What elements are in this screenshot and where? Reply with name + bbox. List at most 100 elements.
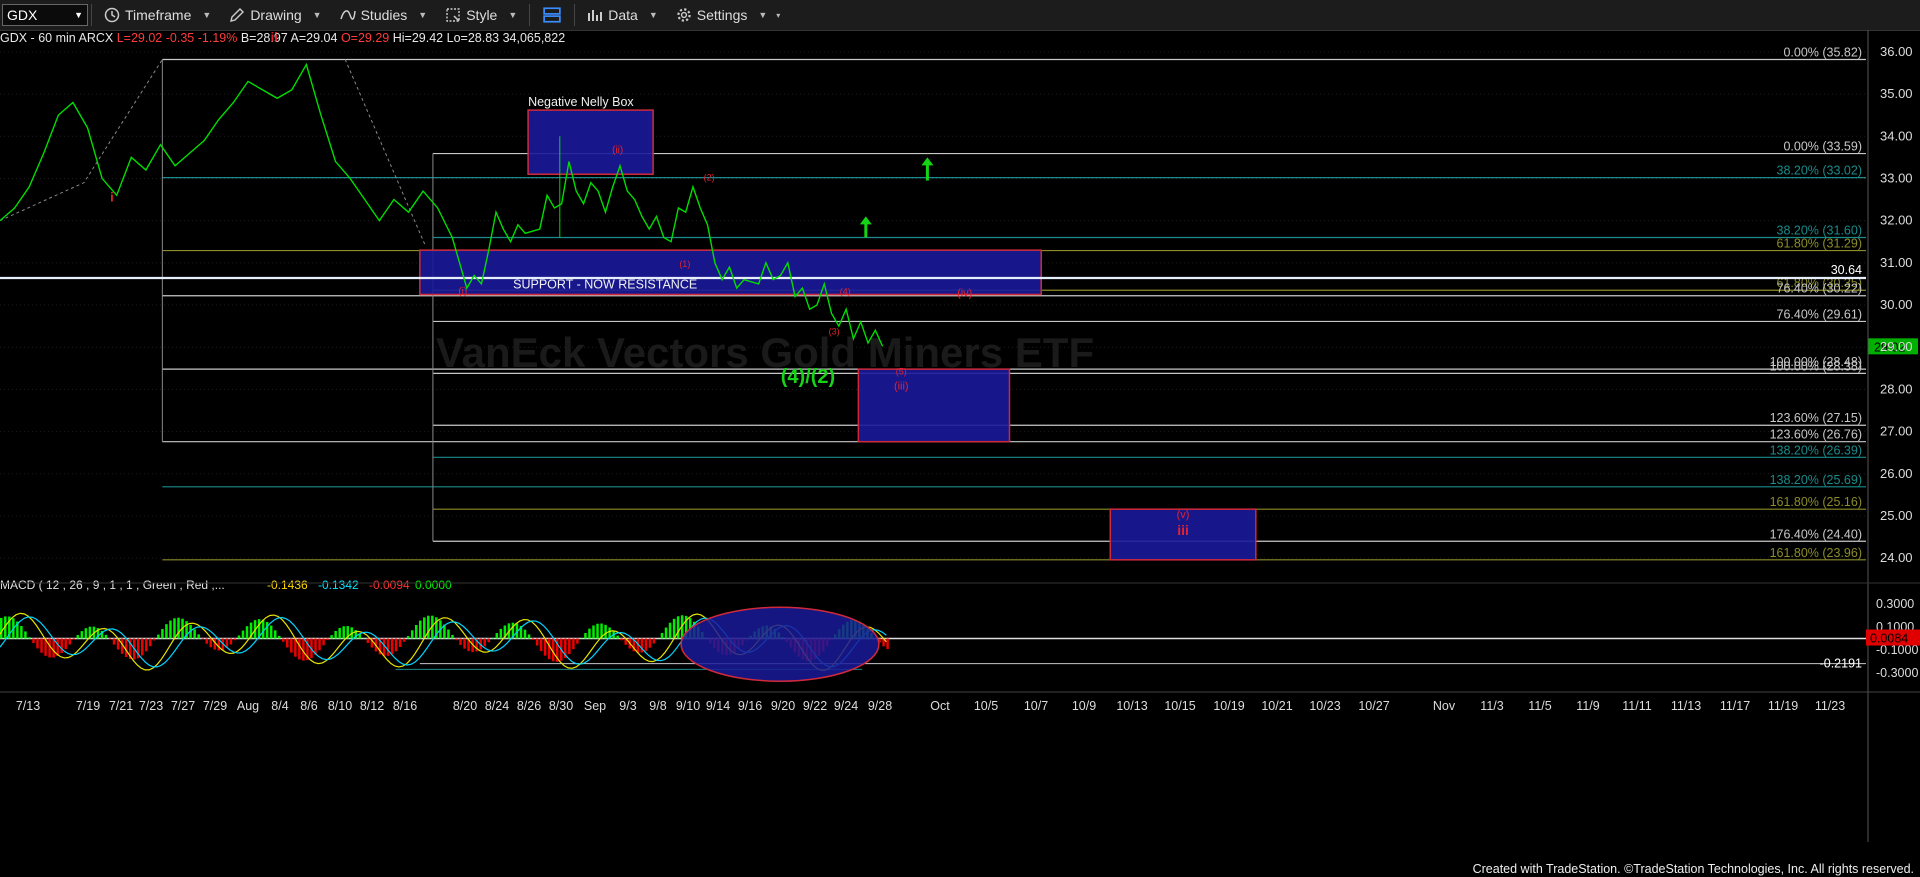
toolbar-divider	[529, 4, 531, 26]
macd-hist-bar	[398, 638, 402, 648]
fib-label: 123.60% (27.15)	[1770, 411, 1862, 425]
macd-hist-bar	[386, 638, 390, 656]
up-arrow-small-head	[859, 216, 872, 225]
macd-hist-bar	[676, 616, 680, 639]
macd-tick-label: -0.3000	[1876, 666, 1918, 680]
style-menu[interactable]: Style ▼	[436, 0, 526, 30]
wave-label: (ii)	[612, 145, 623, 156]
macd-hist-bar	[427, 615, 430, 639]
support-resistance-box-label: SUPPORT - NOW RESISTANCE	[513, 277, 697, 291]
macd-label: MACD ( 12 , 26 , 9 , 1 , 1 , Green , Red…	[0, 578, 225, 592]
macd-hist-bar	[402, 638, 406, 642]
time-tick-label: 8/6	[300, 699, 317, 713]
macd-hist-bar	[265, 621, 269, 639]
wave-label: (4)/(2)	[781, 366, 835, 388]
macd-hist-bar	[149, 638, 152, 647]
price-tick-label: 30.00	[1880, 297, 1913, 312]
time-tick-label: 11/9	[1576, 699, 1599, 713]
caret-down-icon: ▼	[312, 10, 322, 20]
caret-down-icon: ▼	[418, 10, 428, 20]
wave-label: (iv)	[957, 288, 972, 300]
macd-hist-bar	[338, 627, 341, 639]
fib-label: 0.00% (35.82)	[1783, 45, 1862, 59]
macd-hist-bar	[318, 638, 321, 651]
time-tick-label: Nov	[1433, 699, 1456, 713]
macd-hist-bar	[672, 618, 676, 639]
layout-button[interactable]	[533, 0, 571, 30]
time-tick-label: 7/19	[76, 699, 100, 713]
macd-tick-label: 0.3000	[1876, 597, 1914, 611]
time-tick-label: 7/27	[171, 699, 195, 713]
price-tick-label: 26.00	[1880, 466, 1913, 481]
macd-hist-bar	[28, 637, 31, 639]
time-tick-label: 9/22	[803, 699, 827, 713]
macd-hist-bar	[414, 624, 418, 639]
time-tick-label: 7/29	[203, 699, 227, 713]
time-tick-label: 8/24	[485, 699, 509, 713]
time-tick-label: 11/13	[1671, 699, 1701, 713]
macd-hist-bar	[64, 638, 67, 650]
wave-label: i	[110, 190, 114, 205]
fib-label: 100.00% (28.38)	[1770, 359, 1862, 373]
overflow-icon[interactable]: ▾	[776, 11, 780, 20]
time-tick-label: 7/23	[139, 699, 163, 713]
drawing-menu[interactable]: Drawing ▼	[220, 0, 330, 30]
arrows	[859, 157, 934, 238]
time-tick-label: 8/4	[271, 699, 288, 713]
macd-hist-bar	[588, 628, 591, 639]
trend-line-dotted	[344, 59, 426, 247]
time-tick-label: 9/3	[619, 699, 636, 713]
time-tick-label: 11/23	[1815, 699, 1845, 713]
macd-hist-bar	[209, 638, 213, 648]
timeframe-menu[interactable]: Timeframe ▼	[95, 0, 220, 30]
macd-hist-bar	[261, 619, 265, 639]
trend-line-dotted	[0, 59, 163, 222]
time-tick-label: Aug	[237, 699, 259, 713]
macd-hist-bar	[112, 638, 116, 645]
macd-hist-bar	[273, 630, 277, 639]
time-tick-label: 9/8	[649, 699, 666, 713]
price-chart[interactable]: VanEck Vectors Gold Miners ETF 0.00% (35…	[0, 30, 1920, 862]
macd-hist-bar	[419, 620, 422, 639]
level-label: 30.64	[1831, 263, 1862, 277]
caret-down-icon: ▼	[648, 10, 658, 20]
wave-label: ii	[271, 30, 278, 44]
price-tick-label: 29.00	[1880, 339, 1913, 354]
macd-hist-bar	[241, 630, 245, 639]
wave-label: (3)	[829, 327, 840, 337]
macd-hist-bar	[157, 634, 160, 639]
data-menu[interactable]: Data ▼	[578, 0, 667, 30]
macd-hist-bar	[491, 637, 495, 639]
macd-hist-bar	[406, 636, 410, 639]
fib-label: 76.40% (29.61)	[1777, 307, 1862, 321]
time-tick-label: 11/17	[1720, 699, 1750, 713]
studies-menu[interactable]: Studies ▼	[331, 0, 437, 30]
wave-label: (iii)	[894, 380, 909, 392]
macd-hist-bar	[535, 638, 539, 646]
macd-hist-bar	[487, 638, 490, 643]
time-tick-label: 9/14	[706, 699, 730, 713]
wave-label: (4)	[840, 286, 851, 296]
macd-hist-bar	[640, 638, 644, 653]
macd-hist-bar	[668, 622, 672, 639]
time-axis: 7/13 7/19 7/21 7/23 7/27 7/29 Aug 8/4 8/6 8/10 8/1…	[0, 691, 1920, 713]
toolbar-divider	[574, 4, 576, 26]
time-tick-label: 10/19	[1213, 699, 1244, 713]
price-tick-label: 33.00	[1880, 170, 1913, 185]
price-tick-label: 32.00	[1880, 213, 1913, 228]
macd-hist-bar	[165, 624, 168, 639]
price-tick-label: 34.00	[1880, 128, 1913, 143]
macd-hist-bar	[68, 638, 71, 645]
symbol-selector[interactable]: GDX ▼	[2, 4, 88, 26]
time-tick-label: 10/23	[1309, 699, 1340, 713]
macd-hist-bar	[459, 638, 462, 645]
price-tick-label: 25.00	[1880, 508, 1913, 523]
macd-hist-bar	[342, 626, 345, 639]
macd-hist-bar	[76, 635, 80, 639]
pencil-icon	[230, 8, 245, 22]
price-tick-label: 31.00	[1880, 255, 1913, 270]
time-tick-label: 11/3	[1480, 699, 1503, 713]
wave-label: (v)	[1177, 509, 1190, 521]
macd-hist-bar	[229, 638, 233, 645]
settings-menu[interactable]: Settings ▼ ▾	[667, 0, 790, 30]
